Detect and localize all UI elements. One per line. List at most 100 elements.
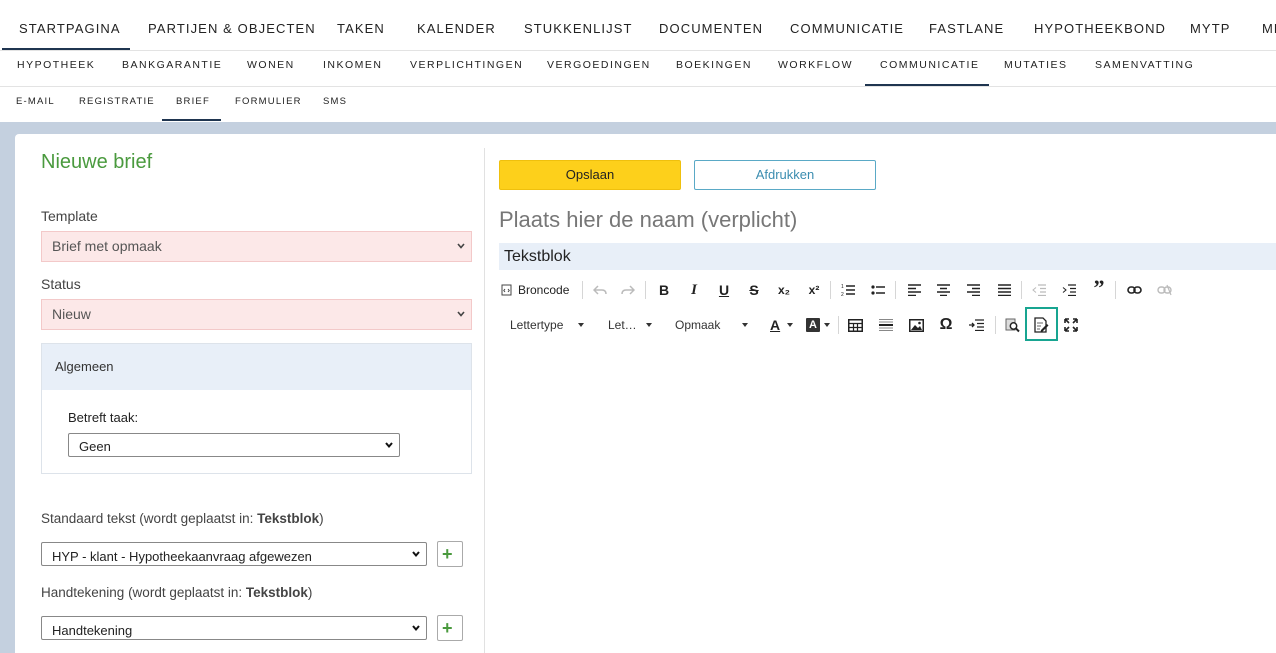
template-select[interactable]: Brief met opmaak (41, 231, 472, 262)
nav-partijen-objecten[interactable]: PARTIJEN & OBJECTEN (148, 0, 316, 50)
underline-button[interactable]: U (714, 280, 734, 300)
source-icon (501, 284, 512, 296)
tab-registratie[interactable]: REGISTRATIE (79, 87, 155, 121)
subnav-wonen[interactable]: WONEN (247, 51, 295, 86)
horizontal-line-button[interactable] (876, 315, 896, 335)
subnav-communicatie[interactable]: COMMUNICATIE (880, 51, 979, 86)
outdent-button[interactable] (1029, 280, 1049, 300)
add-standaard-button[interactable]: + (437, 541, 463, 567)
maximize-icon (1064, 318, 1078, 332)
subnav-inkomen[interactable]: INKOMEN (323, 51, 383, 86)
nav-mytp[interactable]: MYTP (1190, 0, 1231, 50)
indent-icon (1062, 284, 1076, 296)
betreft-value: Geen (79, 439, 111, 454)
align-right-button[interactable] (963, 280, 983, 300)
subscript-button[interactable]: x₂ (774, 280, 794, 300)
find-replace-button[interactable] (1002, 315, 1022, 335)
align-justify-icon (997, 284, 1011, 296)
text-color-icon: A (770, 317, 781, 333)
nav-hypotheekbond[interactable]: HYPOTHEEKBOND (1034, 0, 1166, 50)
undo-button[interactable] (590, 280, 610, 300)
image-icon (908, 318, 924, 332)
format-dropdown[interactable]: Opmaak (675, 315, 750, 335)
editor-content-area[interactable] (499, 344, 1276, 653)
standaard-value: HYP - klant - Hypotheekaanvraag afgeweze… (52, 549, 312, 564)
subnav-workflow[interactable]: WORKFLOW (778, 51, 853, 86)
nav-kalender[interactable]: KALENDER (417, 0, 496, 50)
handtekening-select[interactable]: Handtekening (41, 616, 427, 640)
bold-button[interactable]: B (654, 280, 674, 300)
nav-documenten[interactable]: DOCUMENTEN (659, 0, 763, 50)
toolbar-highlight-box (1025, 307, 1058, 341)
source-button[interactable]: Broncode (501, 280, 577, 300)
italic-button[interactable]: I (684, 280, 704, 300)
image-button[interactable] (906, 315, 926, 335)
subnav-samenvatting[interactable]: SAMENVATTING (1095, 51, 1194, 86)
nav-me[interactable]: ME (1262, 0, 1276, 50)
plus-icon: + (442, 618, 453, 638)
align-left-button[interactable] (904, 280, 924, 300)
save-button[interactable]: Opslaan (499, 160, 681, 190)
main-navigation: STARTPAGINA PARTIJEN & OBJECTEN TAKEN KA… (0, 0, 1276, 51)
nav-taken[interactable]: TAKEN (337, 0, 385, 50)
subnav-active-indicator (865, 84, 989, 86)
subnav-mutaties[interactable]: MUTATIES (1004, 51, 1068, 86)
sub-navigation: HYPOTHEEK BANKGARANTIE WONEN INKOMEN VER… (0, 51, 1276, 87)
status-value: Nieuw (52, 306, 91, 322)
superscript-button[interactable]: x² (804, 280, 824, 300)
handtekening-label: Handtekening (wordt geplaatst in: Tekstb… (41, 585, 313, 600)
link-button[interactable] (1123, 280, 1145, 300)
algemeen-panel: Algemeen Betreft taak: Geen (41, 343, 472, 474)
indent-button[interactable] (1059, 280, 1079, 300)
caret-down-icon (824, 323, 830, 327)
align-right-icon (966, 284, 980, 296)
status-select[interactable]: Nieuw (41, 299, 472, 330)
standaard-select[interactable]: HYP - klant - Hypotheekaanvraag afgeweze… (41, 542, 427, 566)
redo-button[interactable] (618, 280, 638, 300)
add-handtekening-button[interactable]: + (437, 615, 463, 641)
subnav-boekingen[interactable]: BOEKINGEN (676, 51, 752, 86)
text-color-button[interactable]: A (770, 315, 794, 335)
numbered-list-button[interactable]: 12 (838, 280, 858, 300)
nav-startpagina[interactable]: STARTPAGINA (19, 0, 121, 50)
workspace: Nieuwe brief Template Brief met opmaak S… (0, 122, 1276, 653)
print-button[interactable]: Afdrukken (694, 160, 876, 190)
page-break-icon (968, 319, 984, 331)
background-color-icon: A (806, 318, 820, 332)
betreft-select[interactable]: Geen (68, 433, 400, 457)
bullet-list-icon (871, 285, 885, 295)
font-size-dropdown[interactable]: Let… (608, 315, 653, 335)
letter-name-input[interactable]: Plaats hier de naam (verplicht) (499, 207, 797, 233)
horizontal-line-icon (879, 319, 893, 331)
template-label: Template (41, 208, 98, 224)
page-break-button[interactable] (966, 315, 986, 335)
tab-brief[interactable]: BRIEF (176, 87, 210, 121)
unlink-button[interactable] (1153, 280, 1175, 300)
subnav-bankgarantie[interactable]: BANKGARANTIE (122, 51, 222, 86)
nav-stukkenlijst[interactable]: STUKKENLIJST (524, 0, 633, 50)
align-justify-button[interactable] (994, 280, 1014, 300)
special-char-button[interactable]: Ω (936, 315, 956, 335)
background-color-button[interactable]: A (806, 315, 832, 335)
algemeen-title: Algemeen (42, 344, 471, 390)
blockquote-button[interactable]: ” (1088, 275, 1110, 300)
nav-communicatie[interactable]: COMMUNICATIE (790, 0, 904, 50)
font-family-dropdown[interactable]: Lettertype (510, 315, 584, 335)
panel-divider (484, 148, 485, 653)
align-center-button[interactable] (933, 280, 953, 300)
strikethrough-button[interactable]: S (744, 280, 764, 300)
bullet-list-button[interactable] (868, 280, 888, 300)
subnav-vergoedingen[interactable]: VERGOEDINGEN (547, 51, 651, 86)
nav-fastlane[interactable]: FASTLANE (929, 0, 1004, 50)
numbered-list-icon: 12 (841, 284, 855, 297)
tekstblok-header: Tekstblok (499, 243, 1276, 270)
standaard-label: Standaard tekst (wordt geplaatst in: Tek… (41, 511, 324, 526)
subnav-verplichtingen[interactable]: VERPLICHTINGEN (410, 51, 523, 86)
tab-email[interactable]: E-MAIL (16, 87, 55, 121)
table-button[interactable] (845, 315, 865, 335)
toolbar-separator (1021, 281, 1022, 299)
subnav-hypotheek[interactable]: HYPOTHEEK (17, 51, 95, 86)
maximize-button[interactable] (1061, 315, 1081, 335)
tab-sms[interactable]: SMS (323, 87, 347, 121)
tab-formulier[interactable]: FORMULIER (235, 87, 302, 121)
